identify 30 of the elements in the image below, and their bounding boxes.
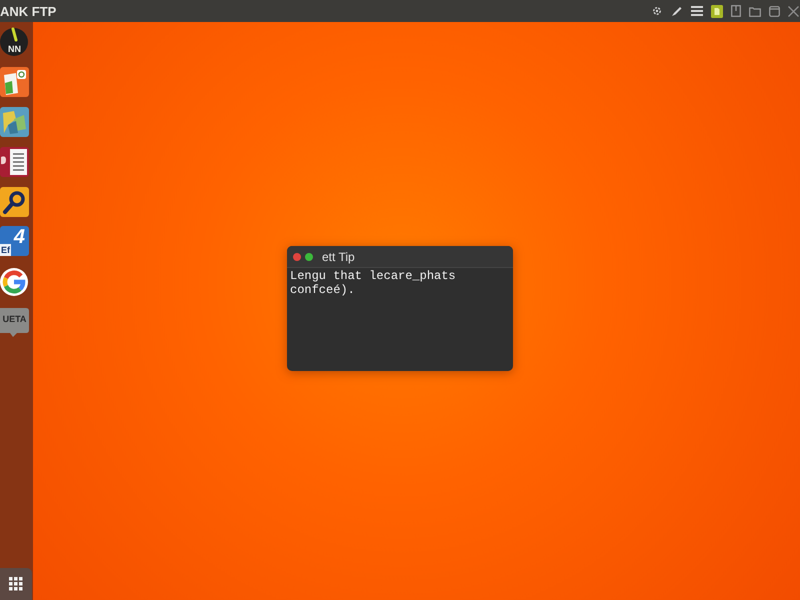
gear-icon[interactable] <box>651 5 663 17</box>
terminal-title: ett Tip <box>322 250 355 262</box>
close-icon[interactable] <box>788 6 799 16</box>
document-tile-icon[interactable] <box>711 4 723 18</box>
app-tile-icon <box>0 226 29 258</box>
terminal-output-line: Lengu that lecare_phats <box>290 269 457 283</box>
grid-icon <box>9 577 23 591</box>
app-title: ANK FTP <box>0 4 56 18</box>
map-icon <box>0 107 29 137</box>
apps-grid-button[interactable] <box>0 568 32 600</box>
terminal-output-line: confceé). <box>290 283 356 297</box>
magnifier-icon <box>0 187 29 217</box>
dock-launcher-button[interactable] <box>0 186 29 218</box>
dock-launcher-button[interactable] <box>0 66 29 98</box>
dial-icon <box>0 26 29 58</box>
speech-bubble-icon <box>0 306 29 338</box>
files-icon <box>0 67 29 97</box>
pen-icon[interactable] <box>671 5 683 17</box>
dock-launcher-button[interactable] <box>0 106 29 138</box>
menu-icon[interactable] <box>691 6 703 16</box>
dock-launcher-button[interactable]: Ef 4 <box>0 226 29 258</box>
dock-launcher-button[interactable] <box>0 146 29 178</box>
document-icon <box>0 147 29 177</box>
dock-launcher-button[interactable]: NN <box>0 26 29 58</box>
folder-icon[interactable] <box>749 6 761 16</box>
book-icon[interactable] <box>731 5 741 17</box>
dock-launcher-button[interactable] <box>0 266 29 298</box>
window-icon[interactable] <box>769 6 780 16</box>
google-logo-icon <box>0 267 29 297</box>
dock-launcher-button[interactable]: UETA <box>0 306 29 338</box>
